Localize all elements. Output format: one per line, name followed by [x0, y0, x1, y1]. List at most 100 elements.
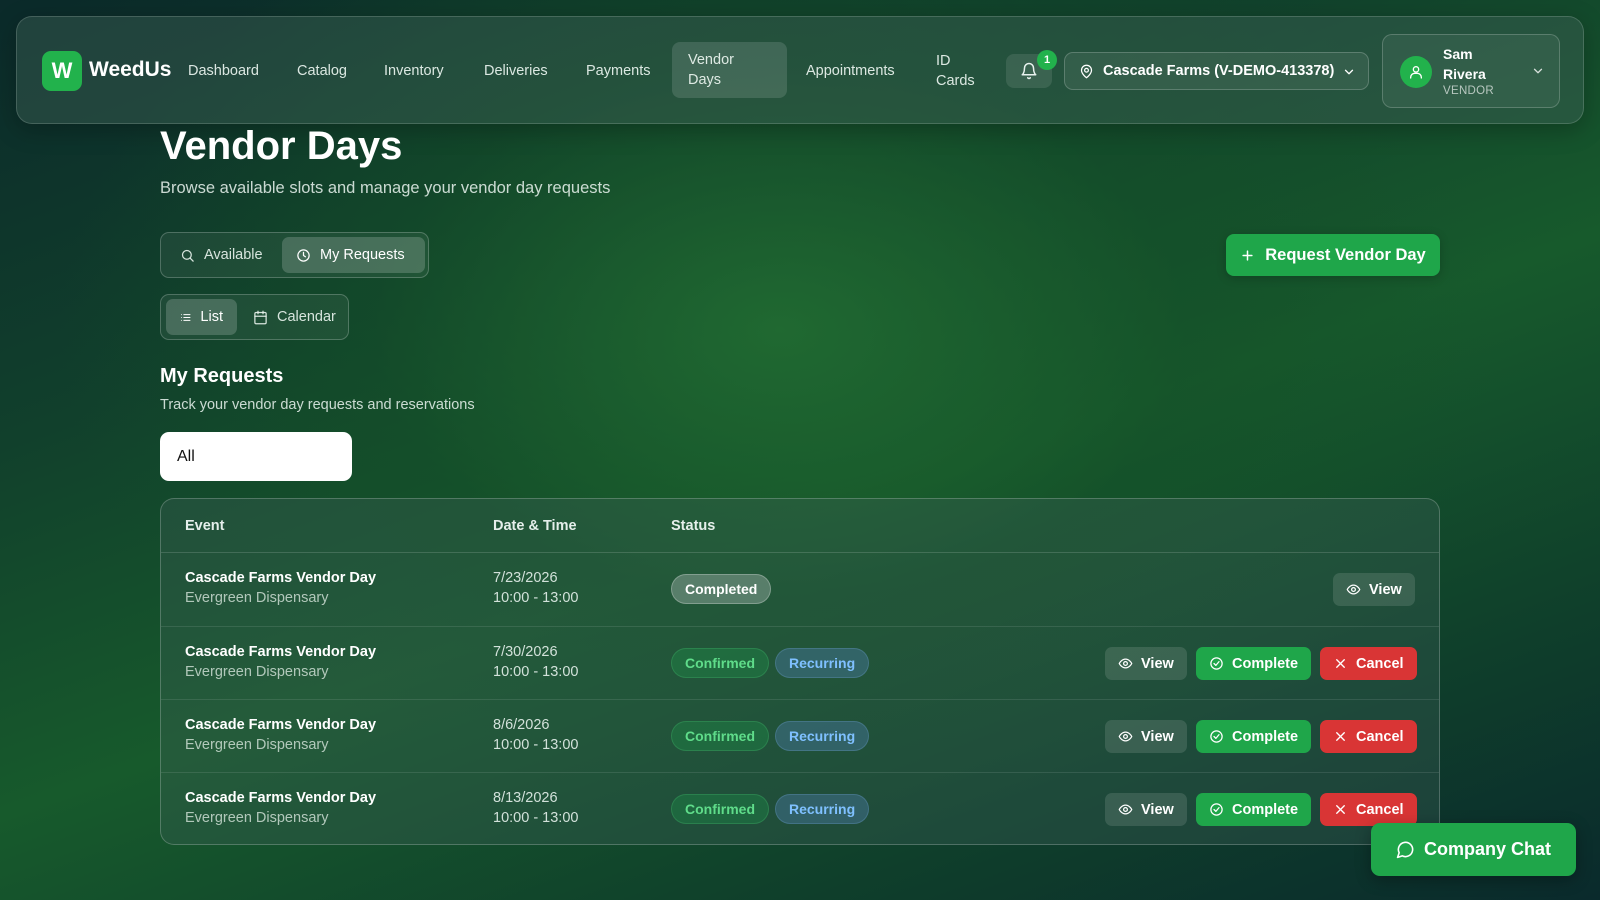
section-subtitle: Track your vendor day requests and reser… [160, 397, 475, 413]
view-label: View [1141, 728, 1174, 745]
complete-label: Complete [1232, 728, 1299, 745]
view-button[interactable]: View [1105, 647, 1187, 680]
event-title: Cascade Farms Vendor Day [185, 717, 377, 733]
view-label: View [1141, 801, 1174, 818]
cancel-button[interactable]: Cancel [1320, 647, 1417, 680]
nav-item-deliveries[interactable]: Deliveries [484, 61, 548, 81]
user-icon [1410, 66, 1422, 79]
event-location: Evergreen Dispensary [185, 810, 329, 826]
event-date: 7/23/2026 [493, 570, 558, 586]
view-toggle: List Calendar [160, 294, 349, 340]
user-menu[interactable]: Sam Rivera VENDOR [1382, 34, 1560, 108]
tab-my-requests-label: My Requests [320, 247, 405, 263]
nav-item-id-cards[interactable]: ID Cards [936, 51, 986, 91]
check-circle-icon [1210, 657, 1223, 670]
complete-label: Complete [1232, 801, 1299, 818]
tab-my-requests[interactable]: My Requests [282, 237, 425, 273]
event-time: 10:00 - 13:00 [493, 664, 579, 680]
recurring-badge: Recurring [775, 794, 870, 824]
recurring-badge: Recurring [775, 648, 870, 678]
cancel-button[interactable]: Cancel [1320, 793, 1417, 826]
event-date: 7/30/2026 [493, 644, 558, 660]
view-calendar-button[interactable]: Calendar [239, 299, 350, 335]
event-time: 10:00 - 13:00 [493, 737, 579, 753]
event-time: 10:00 - 13:00 [493, 810, 579, 826]
request-vendor-day-button[interactable]: Request Vendor Day [1226, 234, 1440, 276]
tab-available-label: Available [204, 247, 263, 263]
page-title: Vendor Days [160, 124, 403, 168]
column-header-event: Event [185, 518, 225, 534]
event-time: 10:00 - 13:00 [493, 590, 579, 606]
view-button[interactable]: View [1105, 793, 1187, 826]
nav-item-dashboard[interactable]: Dashboard [188, 61, 259, 81]
notification-badge: 1 [1037, 50, 1057, 70]
event-title: Cascade Farms Vendor Day [185, 570, 377, 586]
eye-icon [1118, 804, 1133, 815]
status-badge: Confirmed [671, 794, 769, 824]
complete-button[interactable]: Complete [1196, 793, 1312, 826]
view-label: View [1141, 655, 1174, 672]
status-filter-select[interactable]: All [160, 432, 352, 481]
logo[interactable]: W [42, 51, 82, 91]
event-location: Evergreen Dispensary [185, 664, 329, 680]
table-row: Cascade Farms Vendor Day Evergreen Dispe… [161, 699, 1439, 772]
event-title: Cascade Farms Vendor Day [185, 790, 377, 806]
company-chat-label: Company Chat [1423, 839, 1551, 859]
top-nav: W WeedUs Dashboard Catalog Inventory Del… [16, 16, 1584, 124]
mode-tabs: Available My Requests [160, 232, 429, 278]
status-badge: Confirmed [671, 721, 769, 751]
view-button[interactable]: View [1105, 720, 1187, 753]
column-header-date-time: Date & Time [493, 518, 577, 534]
tab-available[interactable]: Available [166, 237, 277, 273]
status-badge: Completed [671, 574, 772, 604]
close-icon [1336, 732, 1345, 741]
eye-icon [1346, 584, 1361, 595]
column-header-status: Status [671, 518, 716, 534]
nav-item-appointments[interactable]: Appointments [806, 61, 895, 81]
nav-item-inventory[interactable]: Inventory [384, 61, 444, 81]
view-calendar-label: Calendar [277, 309, 336, 325]
chat-bubble-icon [1396, 841, 1414, 859]
chevron-down-icon [1531, 64, 1545, 78]
check-circle-icon [1210, 803, 1223, 816]
avatar [1400, 56, 1432, 88]
list-icon [180, 313, 191, 321]
table-row: Cascade Farms Vendor Day Evergreen Dispe… [161, 772, 1439, 844]
app-name[interactable]: WeedUs [89, 58, 171, 82]
eye-icon [1118, 731, 1133, 742]
view-list-label: List [200, 309, 223, 325]
eye-icon [1118, 658, 1133, 669]
bell-icon [1021, 62, 1037, 80]
cancel-label: Cancel [1356, 655, 1404, 672]
status-badge: Confirmed [671, 648, 769, 678]
close-icon [1336, 659, 1345, 668]
complete-button[interactable]: Complete [1196, 647, 1312, 680]
complete-button[interactable]: Complete [1196, 720, 1312, 753]
view-button[interactable]: View [1333, 573, 1415, 606]
view-list-button[interactable]: List [166, 299, 237, 335]
company-chat-button[interactable]: Company Chat [1371, 823, 1576, 876]
plus-icon [1242, 249, 1253, 261]
section-title: My Requests [160, 365, 284, 387]
nav-item-payments[interactable]: Payments [586, 61, 650, 81]
page-subtitle: Browse available slots and manage your v… [160, 179, 611, 197]
requests-table: Event Date & Time Status Cascade Farms V… [160, 498, 1440, 845]
nav-item-vendor-days[interactable]: Vendor Days [672, 42, 787, 98]
request-vendor-day-label: Request Vendor Day [1265, 245, 1426, 264]
user-role: VENDOR [1443, 85, 1495, 97]
nav-item-catalog[interactable]: Catalog [297, 61, 347, 81]
view-label: View [1369, 581, 1402, 598]
user-name: Sam Rivera [1443, 46, 1486, 82]
location-select[interactable]: Cascade Farms (V-DEMO-413378) [1064, 52, 1369, 90]
complete-label: Complete [1232, 655, 1299, 672]
clock-icon [297, 248, 310, 262]
event-location: Evergreen Dispensary [185, 737, 329, 753]
event-date: 8/6/2026 [493, 717, 550, 733]
location-label: Cascade Farms (V-DEMO-413378) [1103, 63, 1335, 79]
cancel-button[interactable]: Cancel [1320, 720, 1417, 753]
calendar-icon [254, 310, 267, 324]
chevron-down-icon [1342, 65, 1356, 79]
recurring-badge: Recurring [775, 721, 870, 751]
table-row: Cascade Farms Vendor Day Evergreen Dispe… [161, 626, 1439, 699]
event-title: Cascade Farms Vendor Day [185, 644, 377, 660]
